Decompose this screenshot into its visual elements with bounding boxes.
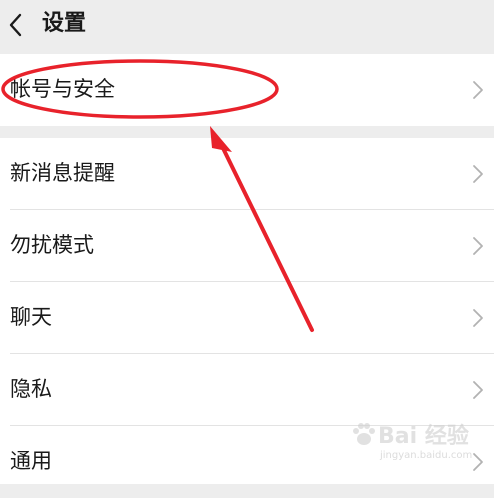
settings-item-new-message[interactable]: 新消息提醒 [0, 138, 494, 210]
settings-item-label: 帐号与安全 [10, 77, 115, 101]
settings-item-label: 勿扰模式 [10, 233, 94, 257]
watermark-text: Bai 经验 [378, 424, 469, 449]
chevron-right-icon [473, 381, 483, 399]
chevron-right-icon [473, 309, 483, 327]
chevron-right-icon [473, 165, 483, 183]
settings-item-label: 新消息提醒 [10, 161, 115, 185]
settings-item-account-security[interactable]: 帐号与安全 [0, 54, 494, 126]
settings-group-account: 帐号与安全 [0, 54, 494, 126]
watermark-url: jingyan.baidu.com [380, 450, 473, 461]
settings-item-label: 聊天 [10, 305, 52, 329]
watermark: Bai 经验 jingyan.baidu.com [350, 418, 494, 484]
settings-item-chat[interactable]: 聊天 [0, 282, 494, 354]
settings-item-label: 隐私 [10, 377, 52, 401]
chevron-left-icon[interactable] [6, 12, 26, 38]
page-title: 设置 [42, 11, 87, 36]
chevron-right-icon [473, 237, 483, 255]
settings-item-do-not-disturb[interactable]: 勿扰模式 [0, 210, 494, 282]
settings-item-label: 通用 [10, 449, 52, 473]
settings-item-privacy[interactable]: 隐私 [0, 354, 494, 426]
paw-icon [353, 423, 375, 445]
chevron-right-icon [473, 81, 483, 99]
top-bar: 设置 [0, 0, 494, 52]
